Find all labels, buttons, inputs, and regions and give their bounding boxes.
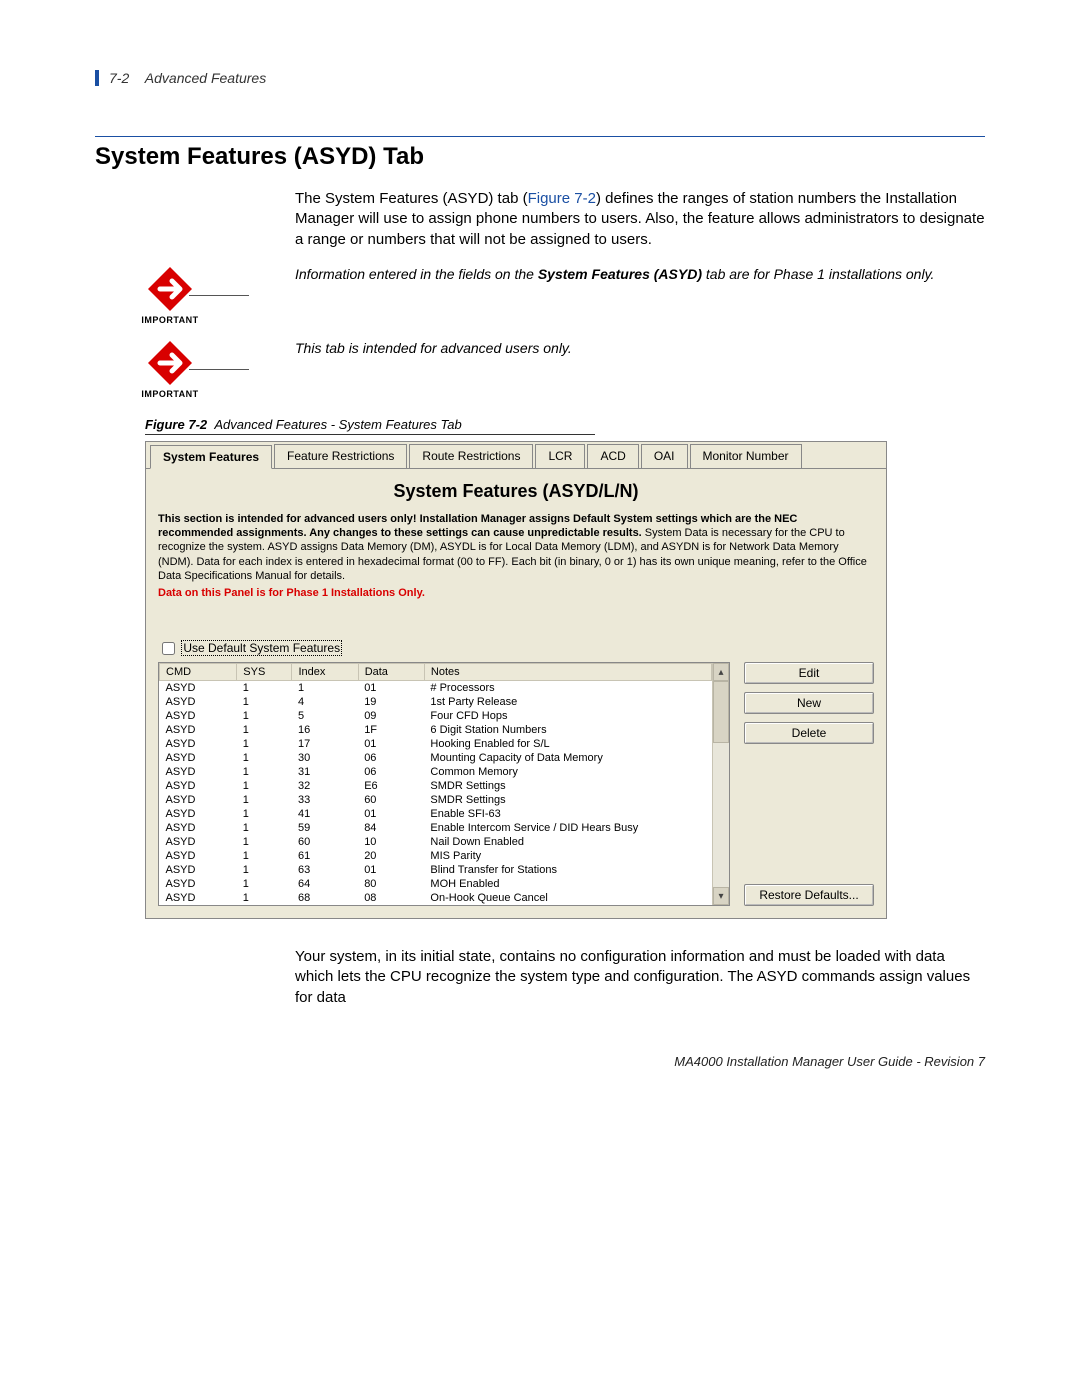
figure-reference-link[interactable]: Figure 7-2 — [528, 190, 596, 207]
note-2: This tab is intended for advanced users … — [295, 339, 985, 358]
data-grid[interactable]: CMDSYSIndexDataNotes ASYD1101# Processor… — [158, 662, 730, 906]
note-1: Information entered in the fields on the… — [295, 265, 985, 284]
header-section: Advanced Features — [145, 70, 266, 86]
use-default-checkbox[interactable] — [162, 642, 175, 655]
column-header[interactable]: Index — [292, 664, 358, 681]
tab-system-features[interactable]: System Features — [150, 445, 272, 469]
column-header[interactable]: Data — [358, 664, 424, 681]
tab-acd[interactable]: ACD — [587, 444, 638, 468]
panel-description: This section is intended for advanced us… — [158, 512, 874, 583]
table-row[interactable]: ASYD132E6SMDR Settings — [160, 779, 712, 793]
table-row[interactable]: ASYD13006Mounting Capacity of Data Memor… — [160, 751, 712, 765]
column-header[interactable]: SYS — [237, 664, 292, 681]
new-button[interactable]: New — [744, 692, 874, 714]
tab-oai[interactable]: OAI — [641, 444, 688, 468]
important-label: IMPORTANT — [141, 389, 198, 399]
table-row[interactable]: ASYD1101# Processors — [160, 681, 712, 696]
table-row[interactable]: ASYD13360SMDR Settings — [160, 793, 712, 807]
panel-title: System Features (ASYD/L/N) — [158, 481, 874, 502]
figure-caption: Figure 7-2 Advanced Features - System Fe… — [145, 417, 595, 435]
table-row[interactable]: ASYD13106Common Memory — [160, 765, 712, 779]
page-number: 7-2 — [109, 70, 129, 86]
table-row[interactable]: ASYD16808On-Hook Queue Cancel — [160, 891, 712, 905]
restore-defaults-button[interactable]: Restore Defaults... — [744, 884, 874, 906]
scroll-up-icon[interactable]: ▴ — [713, 663, 729, 681]
table-row[interactable]: ASYD14101Enable SFI-63 — [160, 807, 712, 821]
intro-paragraph: The System Features (ASYD) tab (Figure 7… — [295, 189, 985, 250]
important-icon — [146, 339, 194, 387]
table-row[interactable]: ASYD11701Hooking Enabled for S/L — [160, 737, 712, 751]
scroll-down-icon[interactable]: ▾ — [713, 887, 729, 905]
below-figure-paragraph: Your system, in its initial state, conta… — [295, 947, 985, 1008]
screenshot-panel: System FeaturesFeature RestrictionsRoute… — [145, 441, 887, 919]
page-footer: MA4000 Installation Manager User Guide -… — [95, 1054, 985, 1069]
table-row[interactable]: ASYD16120MIS Parity — [160, 849, 712, 863]
important-icon — [146, 265, 194, 313]
tab-lcr[interactable]: LCR — [535, 444, 585, 468]
table-row[interactable]: ASYD1509Four CFD Hops — [160, 709, 712, 723]
table-row[interactable]: ASYD1161F6 Digit Station Numbers — [160, 723, 712, 737]
important-label: IMPORTANT — [141, 315, 198, 325]
scrollbar[interactable]: ▴ ▾ — [712, 663, 729, 905]
panel-warning: Data on this Panel is for Phase 1 Instal… — [158, 587, 874, 599]
column-header[interactable]: CMD — [160, 664, 237, 681]
delete-button[interactable]: Delete — [744, 722, 874, 744]
tab-feature-restrictions[interactable]: Feature Restrictions — [274, 444, 407, 468]
table-row[interactable]: ASYD16480MOH Enabled — [160, 877, 712, 891]
tab-monitor-number[interactable]: Monitor Number — [690, 444, 802, 468]
table-row[interactable]: ASYD16010Nail Down Enabled — [160, 835, 712, 849]
column-header[interactable]: Notes — [424, 664, 711, 681]
edit-button[interactable]: Edit — [744, 662, 874, 684]
table-row[interactable]: ASYD14191st Party Release — [160, 695, 712, 709]
section-title: System Features (ASYD) Tab — [95, 143, 985, 171]
section-divider — [95, 136, 985, 137]
table-row[interactable]: ASYD15984Enable Intercom Service / DID H… — [160, 821, 712, 835]
tab-strip: System FeaturesFeature RestrictionsRoute… — [146, 442, 886, 469]
tab-route-restrictions[interactable]: Route Restrictions — [409, 444, 533, 468]
page-header: 7-2 Advanced Features — [95, 70, 985, 86]
use-default-label: Use Default System Features — [181, 640, 342, 656]
table-row[interactable]: ASYD16301Blind Transfer for Stations — [160, 863, 712, 877]
